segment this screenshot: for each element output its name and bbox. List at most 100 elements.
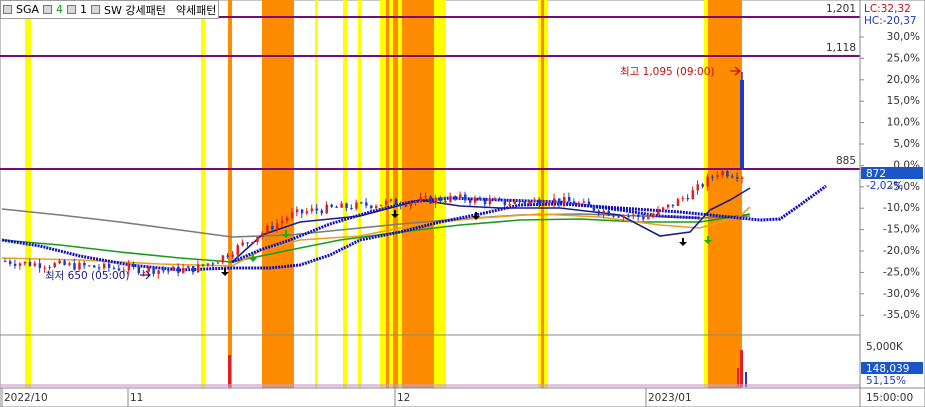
- right-axis-tick: -10,0%: [883, 202, 920, 214]
- candle-body: [572, 201, 576, 205]
- candle-body: [666, 204, 670, 208]
- candle-body: [350, 207, 353, 209]
- candle-body: [384, 200, 388, 205]
- hc-label: HC:-20,37: [864, 15, 917, 27]
- candle-body: [152, 267, 155, 274]
- band-yellow: [315, 0, 318, 388]
- candle-body: [355, 202, 358, 209]
- candle-body: [518, 201, 521, 203]
- candle-body: [553, 198, 556, 204]
- candle-body: [632, 214, 635, 216]
- candle-body: [23, 261, 27, 264]
- band-yellow: [25, 0, 31, 388]
- candle-body: [142, 271, 146, 274]
- candle-body: [478, 197, 482, 200]
- current-price: 872: [866, 168, 886, 180]
- candle-body: [73, 263, 76, 270]
- candle-body: [211, 263, 215, 265]
- candle-body: [399, 204, 403, 206]
- param2-label: 1: [80, 3, 88, 16]
- x-label-time: 15:00:00: [866, 392, 913, 404]
- candle-body: [721, 171, 724, 176]
- candle-body: [459, 194, 462, 198]
- right-axis-tick: -35,0%: [883, 309, 920, 321]
- candle-body: [379, 204, 383, 207]
- candle-body: [538, 199, 541, 205]
- candle-body: [241, 242, 244, 246]
- candle-body: [582, 201, 586, 203]
- band-yellow: [380, 0, 402, 388]
- candle-body: [18, 263, 22, 266]
- chart-legend[interactable]: SGA 4 1 SW 강세패턴 약세패턴: [0, 0, 220, 19]
- hline-label-1201: 1,201: [826, 3, 856, 15]
- volume-tick: 5,000K: [866, 341, 904, 353]
- candle-body: [256, 236, 259, 242]
- candle-body: [187, 266, 190, 269]
- candle-body: [686, 198, 690, 200]
- candle-body: [38, 263, 42, 268]
- candle-body: [661, 207, 665, 210]
- candle-body: [216, 262, 220, 264]
- candle-body: [97, 267, 101, 269]
- legend-checkbox[interactable]: [91, 5, 101, 14]
- candle-body: [449, 195, 452, 202]
- candle-body: [736, 177, 739, 179]
- candle-body: [43, 267, 47, 269]
- candle-body: [63, 260, 66, 265]
- candle-body: [741, 177, 744, 179]
- band-yellow: [704, 0, 708, 388]
- candle-body: [281, 220, 284, 224]
- candle-body: [498, 198, 502, 200]
- candle-body: [706, 176, 709, 187]
- hline-label-1118: 1,118: [826, 42, 856, 54]
- candle-body: [290, 212, 294, 218]
- candle-body: [622, 215, 625, 218]
- param1-label: 4: [56, 3, 64, 16]
- band-orange: [541, 0, 544, 388]
- candle-body: [236, 245, 239, 255]
- candle-body: [587, 201, 591, 206]
- right-axis-tick: -30,0%: [883, 288, 920, 300]
- candle-body: [543, 204, 546, 206]
- candle-body: [78, 262, 81, 270]
- band-orange: [393, 0, 398, 388]
- candle-body: [647, 217, 650, 220]
- candle-body: [360, 202, 363, 204]
- candle-body: [88, 265, 91, 267]
- candle-body: [513, 201, 517, 204]
- candle-body: [508, 203, 512, 206]
- candle-body: [167, 270, 170, 272]
- price-chart[interactable]: 1,201 1,118 885 최고 1,095 (09:00) 최저 650 …: [0, 0, 925, 407]
- band-orange: [402, 0, 434, 388]
- right-axis-tick: 10,0%: [887, 117, 920, 129]
- candle-body: [276, 223, 279, 230]
- candle-body: [246, 242, 249, 244]
- candle-body: [642, 216, 645, 220]
- candle-body: [8, 261, 12, 264]
- candle-body: [177, 266, 180, 273]
- legend-checkbox[interactable]: [43, 5, 53, 14]
- candle-body: [53, 263, 56, 268]
- candle-body: [424, 196, 427, 198]
- candle-body: [221, 255, 225, 263]
- candle-body: [434, 197, 437, 204]
- candle-body: [251, 241, 254, 243]
- legend-checkbox[interactable]: [3, 5, 12, 14]
- candle-body: [493, 198, 497, 200]
- x-label-nov: 11: [130, 392, 143, 404]
- candle-body: [157, 270, 160, 274]
- candle-body: [468, 200, 472, 203]
- candle-body: [325, 204, 329, 214]
- band-orange: [386, 0, 389, 388]
- candle-body: [300, 209, 304, 214]
- candle-body: [627, 215, 630, 217]
- legend-checkbox[interactable]: [67, 5, 77, 14]
- candle-body: [83, 262, 86, 266]
- band-orange: [262, 0, 294, 388]
- candle-body: [33, 263, 37, 266]
- candle-body: [330, 204, 333, 207]
- candle-body: [533, 199, 536, 201]
- candle-body: [454, 195, 457, 198]
- candle-body: [206, 263, 210, 266]
- candle-body: [147, 267, 150, 272]
